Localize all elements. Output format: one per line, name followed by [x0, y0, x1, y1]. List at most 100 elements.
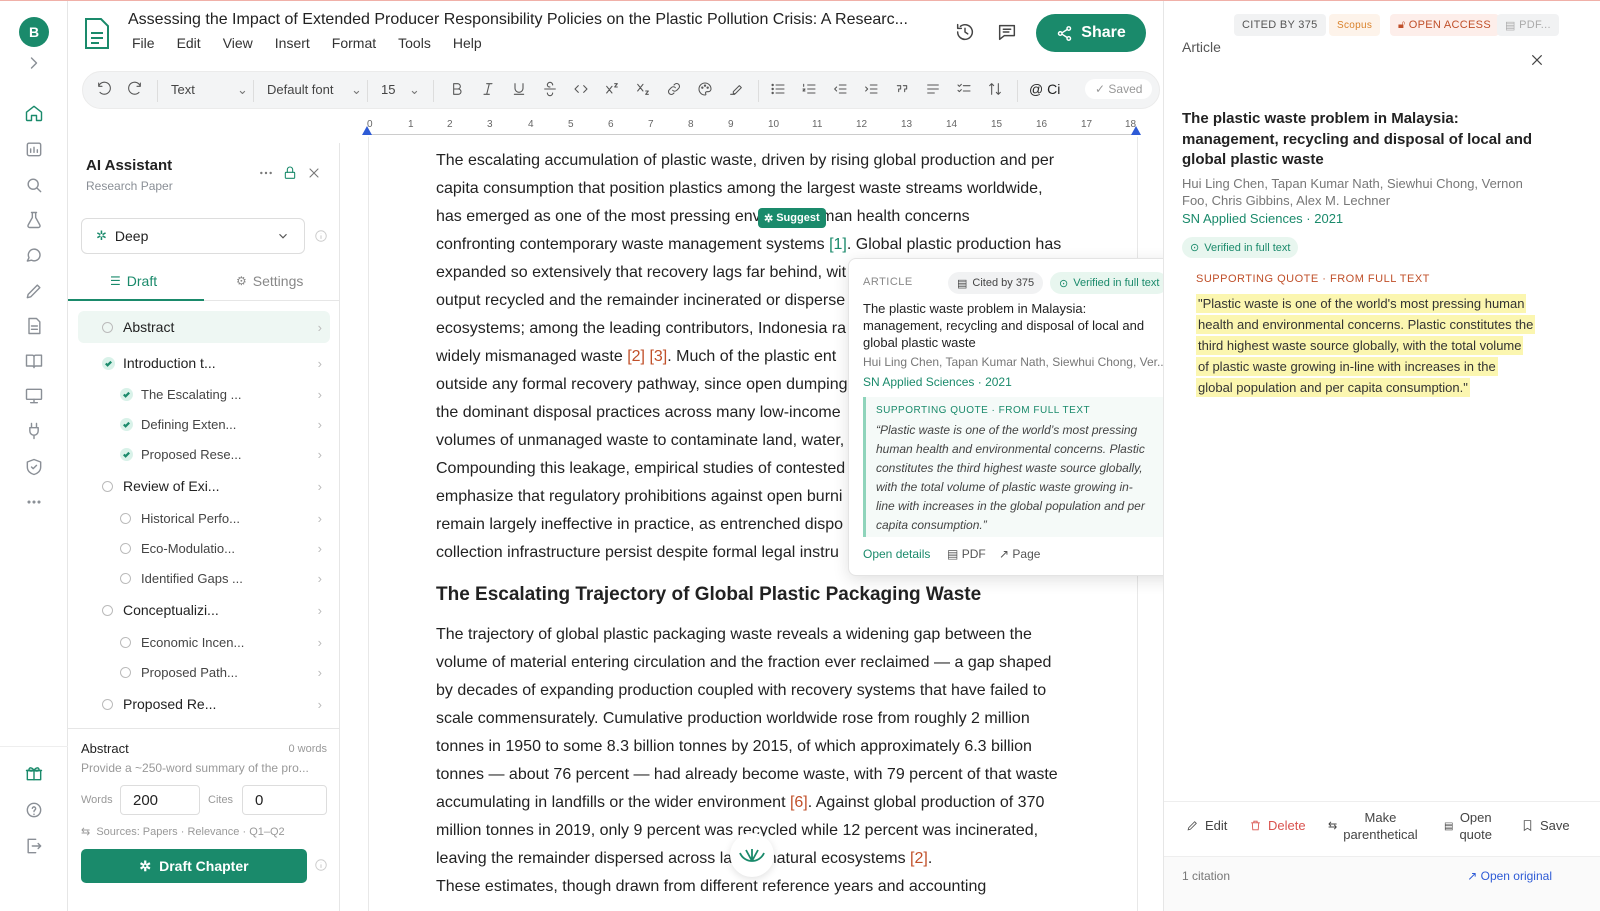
cites-input[interactable]: 0 — [242, 785, 327, 815]
outline-item[interactable]: Proposed Path... › — [78, 656, 330, 688]
tab-settings[interactable]: ⚙ Settings — [236, 273, 303, 289]
palette-icon[interactable] — [697, 81, 713, 100]
save-button[interactable]: Save — [1521, 818, 1570, 833]
outline-item[interactable]: Proposed Re... › — [78, 688, 330, 720]
menu-tools[interactable]: Tools — [398, 35, 431, 51]
share-button[interactable]: Share — [1036, 14, 1146, 52]
outline-item[interactable]: Review of Exi... › — [78, 470, 330, 502]
subscript-icon[interactable] — [635, 81, 651, 100]
strikethrough-icon[interactable] — [542, 81, 558, 100]
make-parenthetical-button[interactable]: ⇆ Make parenthetical — [1328, 809, 1418, 843]
menu-view[interactable]: View — [223, 35, 253, 51]
menu-edit[interactable]: Edit — [177, 35, 201, 51]
logout-icon[interactable] — [22, 834, 46, 858]
align-icon[interactable] — [925, 81, 941, 100]
pencil-icon[interactable] — [22, 279, 46, 303]
unlock-icon: 🔓︎ — [1398, 18, 1406, 31]
plug-icon[interactable] — [22, 419, 46, 443]
suggest-button[interactable]: ✲ Suggest — [758, 208, 826, 228]
menu-help[interactable]: Help — [453, 35, 482, 51]
more-icon[interactable] — [22, 490, 46, 514]
checklist-icon[interactable] — [956, 81, 972, 100]
folder-icon[interactable] — [22, 137, 46, 161]
words-input[interactable]: 200 — [120, 785, 200, 815]
link-icon[interactable] — [666, 81, 682, 100]
gift-icon[interactable] — [22, 761, 46, 785]
outline-item[interactable]: Introduction t... › — [78, 347, 330, 379]
check-icon — [102, 356, 115, 370]
open-details-link[interactable]: Open details — [863, 547, 930, 561]
document-icon: ▤ — [957, 277, 968, 290]
more-icon[interactable] — [258, 165, 276, 183]
outline-item[interactable]: Eco-Modulatio... › — [78, 532, 330, 564]
outline-item[interactable]: Identified Gaps ... › — [78, 562, 330, 594]
verified-badge: ⊙ Verified in full text — [1182, 237, 1299, 258]
open-quote-button[interactable]: ▤ Open quote — [1444, 809, 1492, 843]
citation-marker[interactable]: [2] — [910, 850, 928, 867]
comment-icon[interactable] — [996, 21, 1020, 45]
chevron-right-icon: › — [317, 634, 322, 650]
lock-icon[interactable] — [282, 165, 300, 183]
book-icon[interactable] — [22, 349, 46, 373]
pdf-badge[interactable]: ▤ PDF... — [1497, 14, 1559, 36]
mode-select[interactable]: ✲ Deep — [81, 218, 305, 254]
quote-icon[interactable] — [894, 81, 910, 100]
outline-item[interactable]: Defining Exten... › — [78, 408, 330, 440]
tab-draft[interactable]: ☰ Draft — [110, 273, 157, 289]
chat-icon[interactable] — [22, 244, 46, 268]
close-icon[interactable] — [306, 165, 324, 183]
underline-icon[interactable] — [511, 81, 527, 100]
info-icon[interactable] — [314, 229, 328, 243]
superscript-icon[interactable] — [604, 81, 620, 100]
font-select[interactable]: Default font ⌄ — [267, 82, 362, 97]
citation-marker[interactable]: [2] [3] — [627, 348, 667, 365]
document-icon[interactable] — [22, 314, 46, 338]
document-title[interactable]: Assessing the Impact of Extended Produce… — [128, 11, 908, 29]
undo-icon[interactable] — [96, 81, 112, 100]
presentation-icon[interactable] — [22, 384, 46, 408]
outline-item[interactable]: Proposed Rese... › — [78, 438, 330, 470]
pdf-link[interactable]: ▤ PDF — [947, 547, 986, 561]
search-icon[interactable] — [22, 173, 46, 197]
help-icon[interactable] — [22, 798, 46, 822]
numbered-list-icon[interactable] — [801, 81, 817, 100]
outline-item[interactable]: Abstract › — [78, 311, 330, 343]
bullet-list-icon[interactable] — [770, 81, 786, 100]
citation-marker[interactable]: [1] — [829, 236, 847, 253]
popover-title[interactable]: The plastic waste problem in Malaysia: ma… — [863, 300, 1144, 351]
menu-format[interactable]: Format — [332, 35, 376, 51]
outline-item[interactable]: Economic Incen... › — [78, 626, 330, 658]
outline-item[interactable]: Conceptualizi... › — [78, 594, 330, 626]
avatar[interactable]: B — [19, 17, 49, 47]
shield-icon[interactable] — [22, 455, 46, 479]
menu-insert[interactable]: Insert — [275, 35, 310, 51]
draft-chapter-button[interactable]: ✲ Draft Chapter — [81, 849, 307, 883]
font-size-select[interactable]: 15 ⌄ — [381, 82, 420, 97]
citation-marker[interactable]: [6] — [790, 794, 808, 811]
outdent-icon[interactable] — [832, 81, 848, 100]
close-icon[interactable] — [1530, 53, 1544, 67]
redo-icon[interactable] — [127, 81, 143, 100]
menu-file[interactable]: File — [132, 35, 155, 51]
outline-item[interactable]: The Escalating ... › — [78, 378, 330, 410]
style-select[interactable]: Text ⌄ — [171, 82, 248, 97]
flask-icon[interactable] — [22, 208, 46, 232]
code-icon[interactable] — [573, 81, 589, 100]
left-rail: B — [0, 1, 68, 911]
outline-item[interactable]: Historical Perfo... › — [78, 502, 330, 534]
home-icon[interactable] — [22, 101, 46, 125]
highlighter-icon[interactable] — [728, 81, 744, 100]
history-icon[interactable] — [954, 21, 978, 45]
delete-button[interactable]: Delete — [1249, 818, 1306, 833]
bold-icon[interactable] — [449, 81, 465, 100]
chevron-right-icon[interactable] — [22, 51, 46, 75]
page-link[interactable]: ↗ Page — [999, 547, 1040, 561]
open-original-link[interactable]: ↗ Open original — [1467, 869, 1552, 883]
sources-info[interactable]: ⇆ Sources: Papers · Relevance · Q1–Q2 — [81, 825, 285, 838]
edit-button[interactable]: Edit — [1186, 818, 1227, 833]
indent-icon[interactable] — [863, 81, 879, 100]
sort-icon[interactable] — [987, 81, 1003, 100]
cite-button[interactable]: @ Ci — [1029, 81, 1060, 97]
info-icon[interactable] — [314, 858, 328, 872]
italic-icon[interactable] — [480, 81, 496, 100]
